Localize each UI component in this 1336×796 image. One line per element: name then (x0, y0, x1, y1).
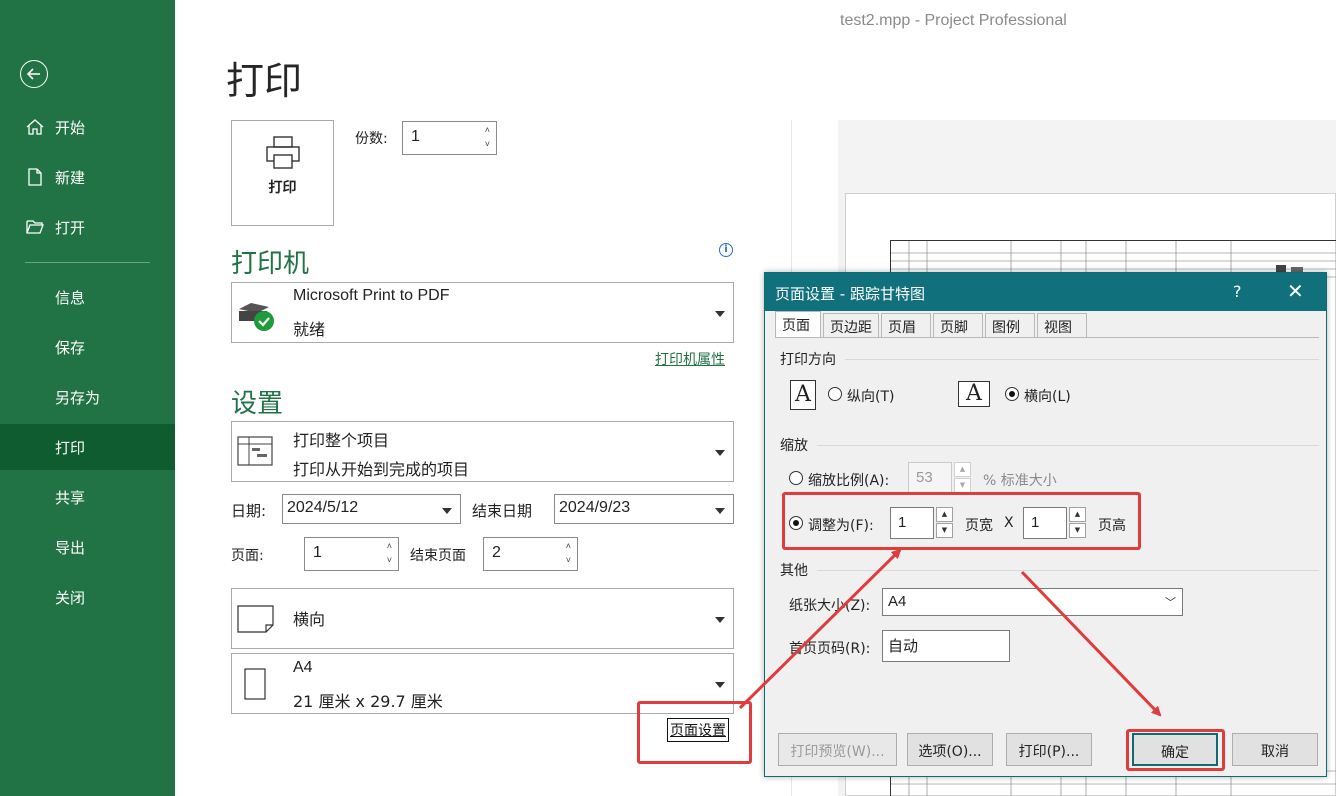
annotation-arrows (738, 548, 1162, 717)
